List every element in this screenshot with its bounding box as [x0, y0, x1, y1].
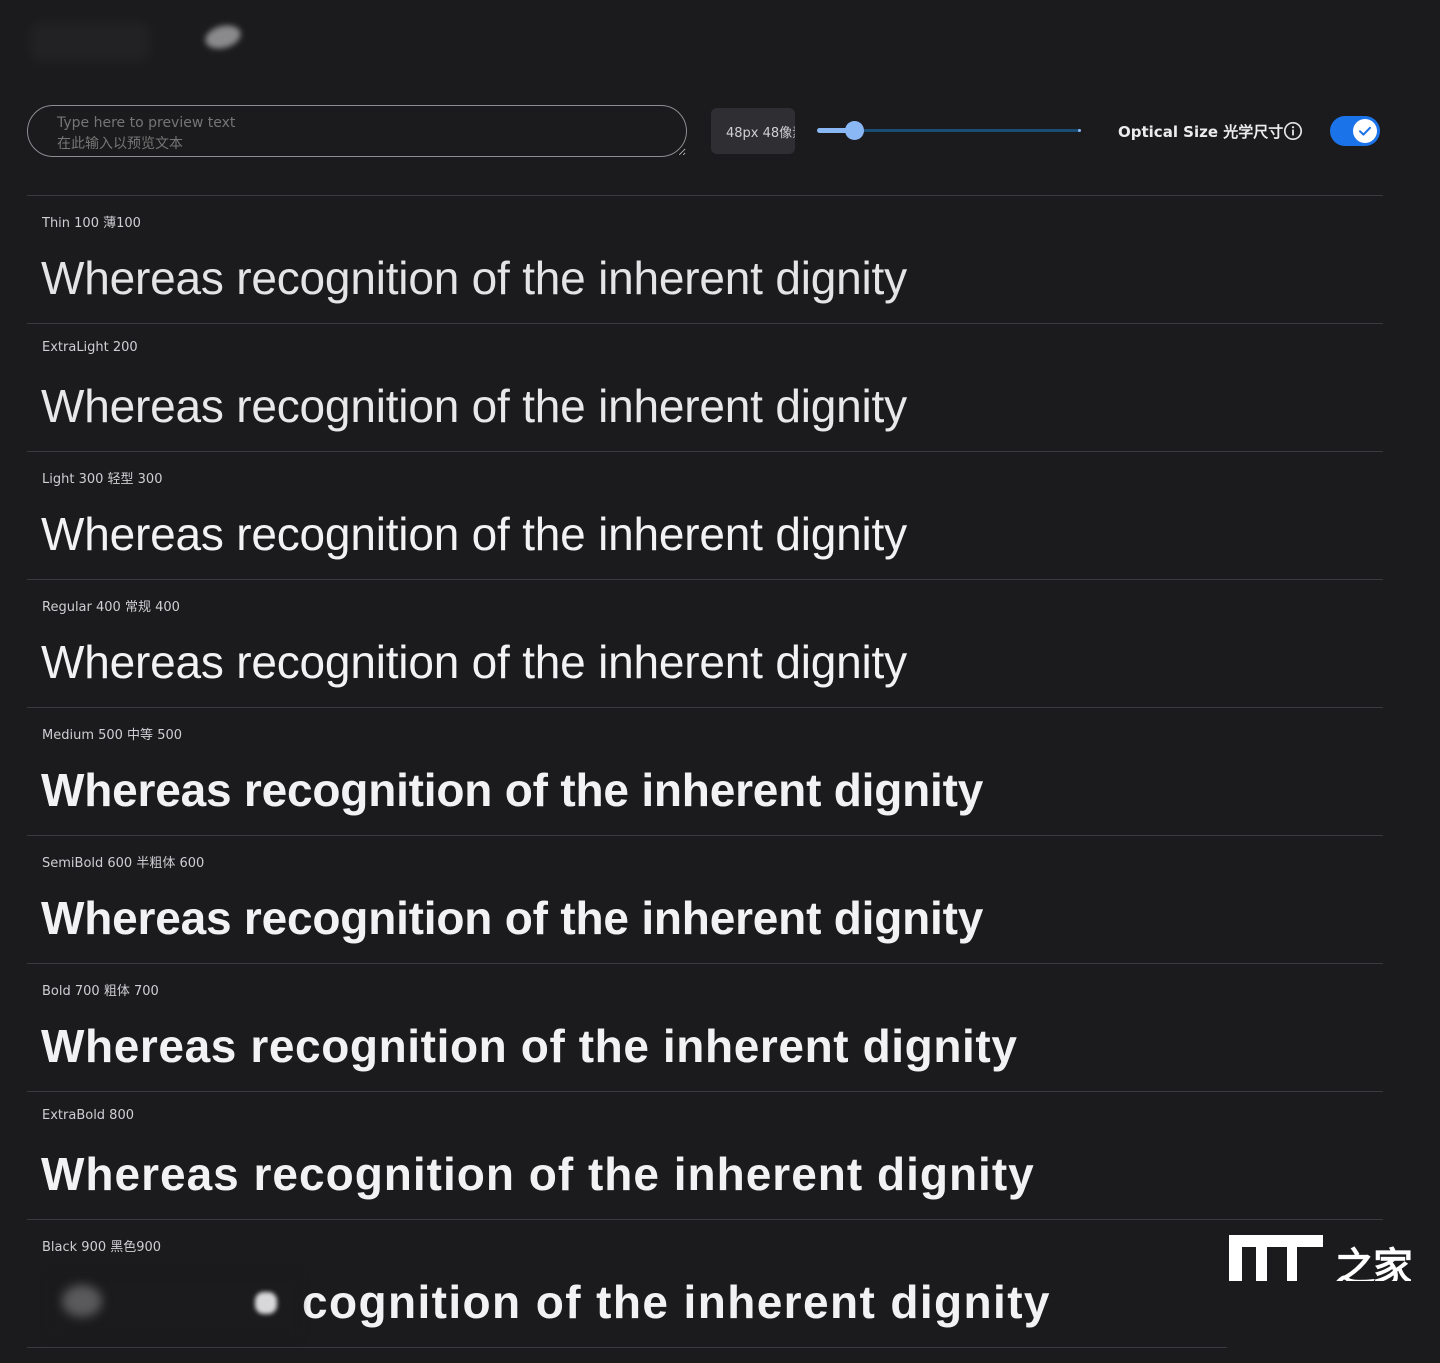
- watermark-text: 之家: [1335, 1245, 1411, 1281]
- weight-label: Thin 100 薄100: [42, 216, 141, 231]
- watermark-logo-icon: [1229, 1235, 1323, 1281]
- weight-label: Bold 700 粗体 700: [42, 984, 159, 999]
- toggle-knob: [1353, 119, 1377, 143]
- preview-text-input[interactable]: [27, 105, 687, 157]
- weight-label: Regular 400 常规 400: [42, 600, 180, 615]
- weight-row-light: Light 300 轻型 300 Whereas recognition of …: [27, 451, 1383, 579]
- blurred-logo-icon: [202, 21, 244, 53]
- preview-controls: 48px 48像素 Optical Size 光学尺寸: [0, 104, 1440, 160]
- check-icon: [1359, 126, 1371, 136]
- weight-row-extrabold: ExtraBold 800 Whereas recognition of the…: [27, 1091, 1383, 1219]
- optical-size-label: Optical Size 光学尺寸: [1118, 123, 1284, 141]
- slider-thumb[interactable]: [845, 121, 864, 140]
- sample-text[interactable]: Whereas recognition of the inherent dign…: [41, 760, 983, 820]
- sample-text[interactable]: Whereas recognition of the inherent dign…: [41, 632, 907, 692]
- sample-text[interactable]: Whereas recognition of the inherent dign…: [41, 1016, 1018, 1076]
- blurred-region: [255, 1292, 277, 1314]
- weight-row-bold: Bold 700 粗体 700 Whereas recognition of t…: [27, 963, 1383, 1091]
- font-size-value[interactable]: 48px 48像素: [711, 108, 795, 154]
- top-bar: [0, 0, 1440, 90]
- weight-label: Light 300 轻型 300: [42, 472, 163, 487]
- weight-row-extralight: ExtraLight 200 Whereas recognition of th…: [27, 323, 1383, 451]
- weight-label: SemiBold 600 半粗体 600: [42, 856, 205, 871]
- weight-row-semibold: SemiBold 600 半粗体 600 Whereas recognition…: [27, 835, 1383, 963]
- sample-text[interactable]: Whereas recognition of the inherent dign…: [41, 376, 907, 436]
- slider-end-dot: [1078, 129, 1081, 132]
- blurred-region: [62, 1285, 102, 1317]
- optical-size-toggle[interactable]: [1330, 116, 1380, 146]
- sample-text[interactable]: Whereas recognition of the inherent dign…: [41, 1144, 1035, 1204]
- weight-label: Medium 500 中等 500: [42, 728, 183, 743]
- weight-label: ExtraLight 200: [42, 340, 138, 355]
- blurred-logo: [30, 22, 150, 62]
- sample-text[interactable]: cognition of the inherent dignity: [302, 1272, 1051, 1332]
- info-icon[interactable]: [1283, 121, 1303, 141]
- sample-text[interactable]: Whereas recognition of the inherent dign…: [41, 504, 907, 564]
- watermark: 之家: [1227, 1233, 1440, 1363]
- sample-text[interactable]: Whereas recognition of the inherent dign…: [41, 888, 983, 948]
- weight-row-thin: Thin 100 薄100 Whereas recognition of the…: [27, 195, 1383, 323]
- weight-list: Thin 100 薄100 Whereas recognition of the…: [27, 195, 1383, 1347]
- weight-label: Black 900 黑色900: [42, 1240, 162, 1255]
- divider: [27, 1347, 1227, 1348]
- font-size-slider[interactable]: [817, 116, 1082, 146]
- weight-label: ExtraBold 800: [42, 1108, 134, 1123]
- weight-row-medium: Medium 500 中等 500 Whereas recognition of…: [27, 707, 1383, 835]
- sample-text[interactable]: Whereas recognition of the inherent dign…: [41, 248, 907, 308]
- weight-row-regular: Regular 400 常规 400 Whereas recognition o…: [27, 579, 1383, 707]
